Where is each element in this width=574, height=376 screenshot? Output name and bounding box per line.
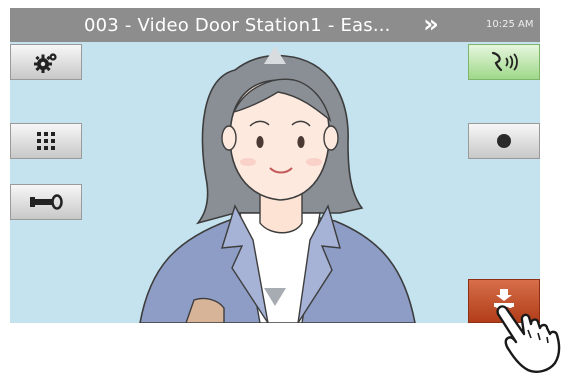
record-icon [497,134,511,148]
arrow-down-icon[interactable] [264,288,286,306]
door-release-button[interactable] [10,184,82,220]
pointing-hand-icon [496,305,561,373]
arrow-up-icon[interactable] [264,46,286,64]
camera-view: 003 - Video Door Station1 - Eas... » 10:… [10,8,540,323]
talk-button[interactable] [468,44,540,80]
keypad-button[interactable] [10,123,82,159]
settings-button[interactable] [10,44,82,80]
key-icon [30,194,63,210]
gear-icon [34,53,57,73]
more-info-icon[interactable]: » [418,10,444,38]
clock-time: 10:25 AM [486,19,534,30]
record-button[interactable] [468,123,540,159]
talk-icon [491,51,518,72]
station-title: 003 - Video Door Station1 - Eas... [84,15,391,36]
keypad-icon [37,132,55,150]
title-bar: 003 - Video Door Station1 - Eas... » 10:… [10,8,540,42]
